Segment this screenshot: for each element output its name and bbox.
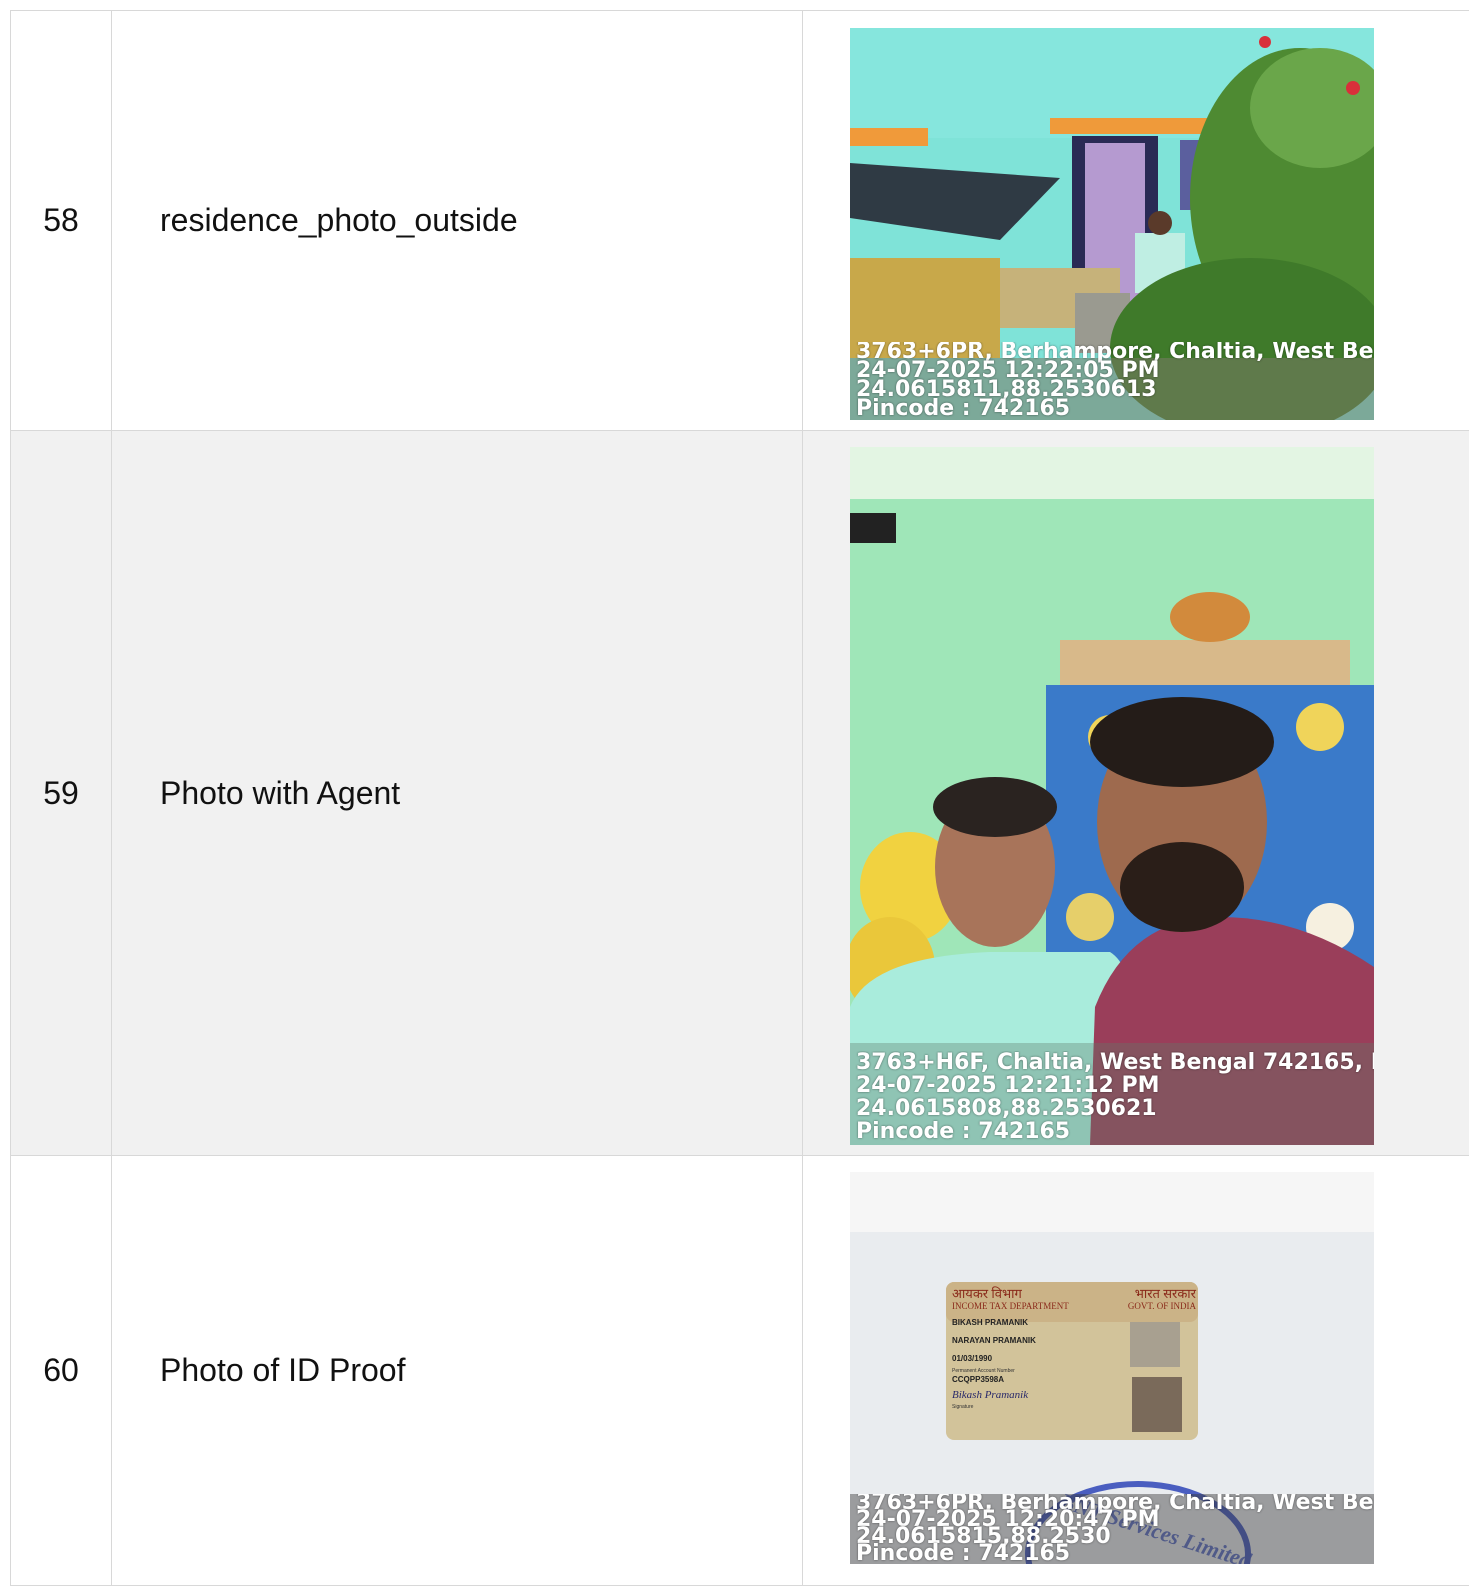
table-row: 60 Photo of ID Proof आयकर विभाग भारत सरक… xyxy=(11,1156,1469,1586)
pan-header-left-hindi: आयकर विभाग xyxy=(952,1286,1022,1301)
pan-header-right-hindi: भारत सरकार xyxy=(1135,1286,1196,1301)
residence-photo: 3763+6PR, Berhampore, Chaltia, West Beng… xyxy=(850,28,1374,420)
photo-cell: 3763+H6F, Chaltia, West Bengal 742165, I… xyxy=(803,431,1469,1156)
agent-photo-image xyxy=(850,447,1374,1145)
photo-overlay: 3763+6PR, Berhampore, Chaltia, West Beng… xyxy=(850,342,1374,420)
overlay-datetime: 24-07-2025 12:21:12 PM xyxy=(856,1074,1374,1097)
photo-overlay: 3763+6PR, Berhampore, Chaltia, West Beng… xyxy=(850,1494,1374,1564)
table-row: 59 Photo with Agent xyxy=(11,431,1469,1156)
pan-header-left: INCOME TAX DEPARTMENT xyxy=(952,1301,1069,1312)
row-number: 60 xyxy=(11,1156,112,1586)
pan-card-text: आयकर विभाग भारत सरकार INCOME TAX DEPARTM… xyxy=(952,1286,1196,1410)
id-proof-photo: आयकर विभाग भारत सरकार INCOME TAX DEPARTM… xyxy=(850,1172,1374,1564)
pan-header-right: GOVT. OF INDIA xyxy=(1128,1301,1196,1312)
overlay-address: 3763+H6F, Chaltia, West Bengal 742165, I… xyxy=(856,1051,1374,1074)
agent-photo: 3763+H6F, Chaltia, West Bengal 742165, I… xyxy=(850,447,1374,1145)
row-label: Photo with Agent xyxy=(112,431,803,1156)
overlay-pincode: Pincode : 742165 xyxy=(856,1545,1374,1562)
document-table: 58 residence_photo_outside xyxy=(10,10,1469,1586)
pan-dob: 01/03/1990 xyxy=(952,1350,1196,1368)
pan-signature: Bikash Pramanik xyxy=(952,1386,1196,1404)
row-label: Photo of ID Proof xyxy=(112,1156,803,1586)
photo-cell: 3763+6PR, Berhampore, Chaltia, West Beng… xyxy=(803,11,1469,431)
pan-father-name: NARAYAN PRAMANIK xyxy=(952,1332,1196,1350)
row-number: 59 xyxy=(11,431,112,1156)
pan-signature-label: Signature xyxy=(952,1404,1196,1410)
pan-name: BIKASH PRAMANIK xyxy=(952,1314,1196,1332)
photo-overlay: 3763+H6F, Chaltia, West Bengal 742165, I… xyxy=(850,1051,1374,1145)
pan-number: CCQPP3598A xyxy=(952,1374,1196,1386)
table-row: 58 residence_photo_outside xyxy=(11,11,1469,431)
row-label: residence_photo_outside xyxy=(112,11,803,431)
overlay-pincode: Pincode : 742165 xyxy=(856,1120,1374,1143)
photo-cell: आयकर विभाग भारत सरकार INCOME TAX DEPARTM… xyxy=(803,1156,1469,1586)
row-number: 58 xyxy=(11,11,112,431)
overlay-coordinates: 24.0615808,88.2530621 xyxy=(856,1097,1374,1120)
